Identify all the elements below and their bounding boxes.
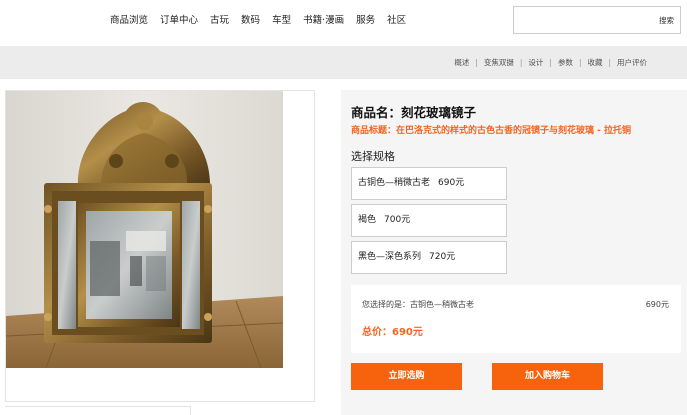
search-input[interactable] [513, 6, 654, 34]
selection-summary: 您选择的是：古铜色—稍微古老 690元 总价：690元 [351, 285, 681, 353]
product-subbar: 概述 | 变焦双摄 | 设计 | 参数 | 收藏 | 用户评价 [0, 46, 687, 79]
top-navigation: 商品浏览 订单中心 古玩 数码 车型 书籍·漫画 服务 社区 搜索 [0, 0, 687, 46]
spec-option-bronze[interactable]: 古铜色—稍微古老 690元 [351, 167, 507, 200]
product-image-box [5, 90, 315, 402]
spec-option-label: 古铜色—稍微古老 [358, 178, 431, 188]
tab-design[interactable]: 设计 [528, 57, 543, 68]
nav-link-cars[interactable]: 车型 [272, 12, 291, 26]
spec-option-price: 720元 [429, 252, 456, 262]
buy-now-button[interactable]: 立即选购 [351, 363, 462, 390]
nav-link-community[interactable]: 社区 [387, 12, 406, 26]
thumbnail-strip [5, 406, 191, 415]
tab-divider: | [578, 58, 582, 67]
product-subtitle: 商品标题：在巴洛克式的样式的古色古香的冠镜子与刻花玻璃 - 拉托铜 [351, 126, 632, 136]
tab-divider: | [608, 58, 611, 67]
search-button[interactable]: 搜索 [653, 6, 681, 34]
total-price: 总价：690元 [362, 327, 423, 338]
product-info-panel: 商品名：刻花玻璃镜子 商品标题：在巴洛克式的样式的古色古香的冠镜子与刻花玻璃 -… [341, 90, 687, 415]
tab-divider: | [475, 58, 478, 67]
product-image [6, 91, 283, 368]
nav-link-service[interactable]: 服务 [356, 12, 375, 26]
spec-option-label: 褐色 [358, 215, 377, 225]
tab-specs[interactable]: 参数 [558, 57, 573, 68]
nav-link-orders[interactable]: 订单中心 [160, 12, 198, 26]
tab-overview[interactable]: 概述 [454, 57, 469, 68]
tab-divider: | [519, 58, 523, 67]
tab-divider: | [549, 58, 552, 67]
spec-option-label: 黑色—深色系列 [358, 252, 422, 262]
spec-title: 选择规格 [351, 150, 395, 163]
nav-link-books[interactable]: 书籍·漫画 [303, 12, 344, 26]
nav-links: 商品浏览 订单中心 古玩 数码 车型 书籍·漫画 服务 社区 [110, 12, 406, 26]
tab-dual-camera[interactable]: 变焦双摄 [484, 57, 514, 68]
selected-option-price: 690元 [645, 300, 669, 309]
selected-option-label: 您选择的是：古铜色—稍微古老 [362, 300, 474, 309]
spec-option-price: 700元 [384, 215, 411, 225]
nav-link-browse[interactable]: 商品浏览 [110, 12, 148, 26]
nav-link-digital[interactable]: 数码 [241, 12, 260, 26]
product-name: 商品名：刻花玻璃镜子 [351, 105, 477, 120]
spec-option-black[interactable]: 黑色—深色系列 720元 [351, 241, 507, 274]
product-tabs: 概述 | 变焦双摄 | 设计 | 参数 | 收藏 | 用户评价 [454, 57, 647, 68]
spec-option-brown[interactable]: 褐色 700元 [351, 204, 507, 237]
add-to-cart-button[interactable]: 加入购物车 [492, 363, 603, 390]
spec-option-price: 690元 [438, 178, 465, 188]
tab-favorites[interactable]: 收藏 [587, 57, 602, 68]
tab-reviews[interactable]: 用户评价 [617, 57, 647, 68]
nav-link-antiques[interactable]: 古玩 [210, 12, 229, 26]
